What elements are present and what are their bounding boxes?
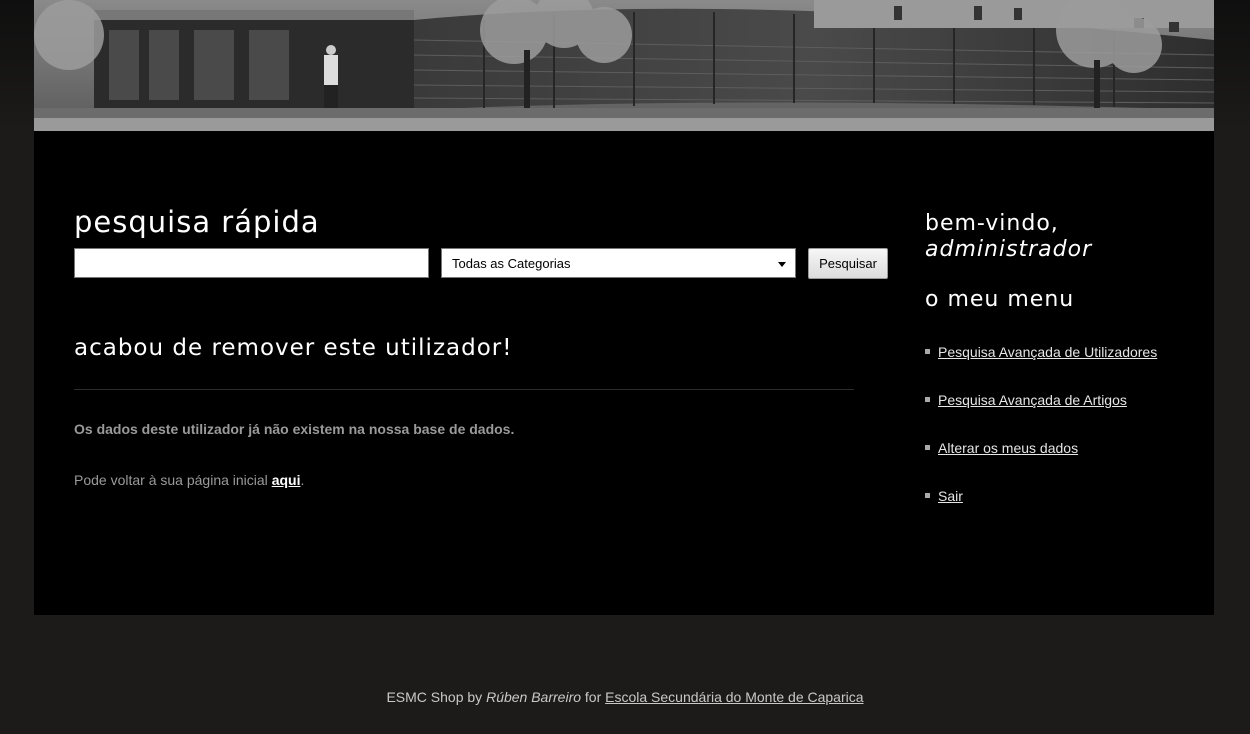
- category-select[interactable]: Todas as Categorias: [441, 248, 796, 278]
- page-title: acabou de remover este utilizador!: [74, 335, 513, 361]
- menu-link-advanced-article-search[interactable]: Pesquisa Avançada de Artigos: [938, 392, 1127, 408]
- main-content: pesquisa rápida Todas as Categorias Pesq…: [34, 131, 1214, 615]
- back-home-text: Pode voltar à sua página inicial: [74, 472, 272, 488]
- bullet-icon: [925, 445, 930, 450]
- welcome-text: bem-vindo,: [925, 211, 1059, 236]
- bullet-icon: [925, 349, 930, 354]
- quick-search-title: pesquisa rápida: [74, 205, 320, 239]
- category-select-value: Todas as Categorias: [452, 256, 571, 271]
- home-link[interactable]: aqui: [272, 472, 301, 488]
- footer-school-link[interactable]: Escola Secundária do Monte de Caparica: [605, 689, 863, 705]
- search-input[interactable]: [74, 248, 429, 278]
- footer-site: ESMC Shop by: [386, 689, 487, 705]
- footer: ESMC Shop by Rúben Barreiro for Escola S…: [0, 689, 1250, 705]
- my-menu-list: Pesquisa Avançada de Utilizadores Pesqui…: [925, 343, 1157, 535]
- menu-item-logout: Sair: [925, 487, 1157, 535]
- username: administrador: [925, 237, 1093, 262]
- welcome-heading: bem-vindo, administrador: [925, 211, 1092, 263]
- menu-link-logout[interactable]: Sair: [938, 488, 963, 504]
- search-button[interactable]: Pesquisar: [808, 248, 888, 279]
- menu-link-advanced-user-search[interactable]: Pesquisa Avançada de Utilizadores: [938, 344, 1157, 360]
- bullet-icon: [925, 397, 930, 402]
- removed-message: Os dados deste utilizador já não existem…: [74, 421, 515, 437]
- header-banner-image: [34, 0, 1214, 131]
- menu-item-advanced-article-search: Pesquisa Avançada de Artigos: [925, 391, 1157, 439]
- bullet-icon: [925, 493, 930, 498]
- chevron-down-icon: [778, 262, 786, 267]
- menu-link-edit-my-data[interactable]: Alterar os meus dados: [938, 440, 1078, 456]
- footer-author: Rúben Barreiro: [486, 689, 582, 705]
- back-home-suffix: .: [300, 472, 305, 488]
- page: pesquisa rápida Todas as Categorias Pesq…: [0, 0, 1250, 734]
- back-home-message: Pode voltar à sua página inicial aqui.: [74, 472, 304, 488]
- my-menu-title: o meu menu: [925, 287, 1075, 312]
- menu-item-advanced-user-search: Pesquisa Avançada de Utilizadores: [925, 343, 1157, 391]
- menu-item-edit-my-data: Alterar os meus dados: [925, 439, 1157, 487]
- footer-for: for: [581, 689, 606, 705]
- divider: [74, 389, 854, 390]
